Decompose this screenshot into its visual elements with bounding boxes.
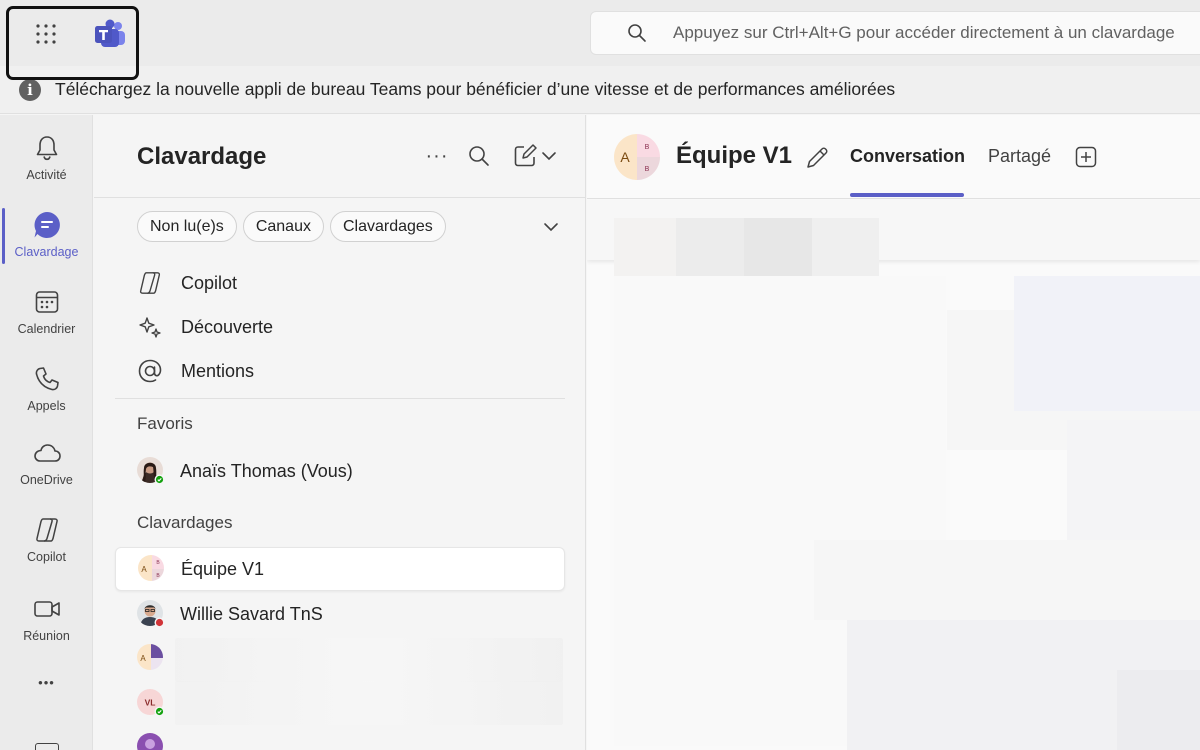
chat-header: A B B Équipe V1 Conversation Partagé [587,115,1200,199]
divider [115,398,565,399]
avatar [136,599,166,629]
chevron-down-icon[interactable] [540,216,562,238]
chat-list-header: Clavardage ··· [94,115,585,198]
chat-name: Équipe V1 [181,558,265,579]
section-favorites[interactable]: Favoris [137,414,193,434]
rail-item-label: OneDrive [20,473,73,487]
section-chats[interactable]: Clavardages [137,513,232,533]
copilot-icon [137,270,163,296]
download-banner: i Téléchargez la nouvelle appli de burea… [0,66,1200,114]
search-bar[interactable]: Appuyez sur Ctrl+Alt+G pour accéder dire… [590,11,1200,55]
copilot-icon [32,515,62,545]
avatar [136,456,166,486]
main-chat-area: A B B Équipe V1 Conversation Partagé [587,115,1200,750]
compose-icon [514,144,537,167]
filter-chats[interactable]: Clavardages [329,211,446,242]
group-avatar[interactable]: A B B [614,134,660,180]
svg-text:B: B [645,144,650,151]
nav-item-decouverte[interactable]: Découverte [137,311,273,343]
chat-title: Équipe V1 [676,142,793,169]
add-tab-icon[interactable] [1074,145,1098,169]
rail-item-copilot[interactable]: Copilot [0,505,93,575]
at-icon [137,358,163,384]
info-icon: i [19,78,41,101]
bell-icon [32,133,62,163]
svg-text:VL: VL [145,698,156,708]
teams-logo-icon[interactable] [94,19,126,49]
chat-item-favorite[interactable]: Anaïs Thomas (Vous) [115,449,565,493]
filter-chips: Non lu(e)s Canaux Clavardages [137,211,446,242]
chat-item-willie[interactable]: Willie Savard TnS [115,592,565,636]
rail-item-calendrier[interactable]: Calendrier [0,277,93,347]
blurred-messages [587,200,1200,750]
group-avatar: A [136,643,166,673]
cloud-icon [32,438,62,468]
rail-item-onedrive[interactable]: OneDrive [0,428,93,498]
chevron-down-icon [542,152,556,161]
group-avatar: ABB [137,554,167,584]
more-options-button[interactable]: ··· [422,141,452,171]
new-chat-button[interactable] [512,143,562,169]
tab-active-indicator [850,193,964,197]
rail-item-clavardage[interactable]: Clavardage [0,200,93,270]
svg-text:B: B [645,166,650,173]
more-apps-button[interactable]: ••• [0,675,93,690]
blurred-content [175,681,563,725]
app-launcher-grid-icon[interactable] [30,20,62,48]
chat-item-equipe-v1[interactable]: ABB Équipe V1 [115,547,565,591]
search-icon [628,24,646,42]
rail-item-label: Appels [27,399,66,413]
pencil-icon[interactable] [803,144,831,172]
video-icon [32,594,62,624]
phone-icon [32,364,62,394]
nav-item-label: Mentions [181,360,255,381]
filter-unread[interactable]: Non lu(e)s [137,211,237,242]
chat-list-panel: Clavardage ··· Non lu(e)s Canaux Clavard… [94,115,586,750]
search-icon[interactable] [466,143,492,169]
rail-item-label: Calendrier [17,322,76,336]
calendar-icon [32,287,62,317]
search-placeholder: Appuyez sur Ctrl+Alt+G pour accéder dire… [673,23,1175,42]
rail-item-appels[interactable]: Appels [0,354,93,424]
app-rail: Activité Clavardage Calendrier Appels On… [0,115,93,750]
chat-name: Anaïs Thomas (Vous) [180,460,353,481]
chat-list-title: Clavardage [137,143,267,170]
title-bar: Appuyez sur Ctrl+Alt+G pour accéder dire… [0,0,1200,66]
chat-item-blurred-2[interactable]: VL [115,681,565,725]
nav-item-copilot[interactable]: Copilot [137,267,237,299]
svg-text:A: A [140,654,146,663]
rail-item-label: Réunion [23,629,70,643]
chat-item-blurred-1[interactable]: A [115,636,565,682]
svg-text:A: A [620,149,630,165]
rail-item-activite[interactable]: Activité [0,123,93,193]
svg-text:A: A [141,565,147,574]
tab-conversation[interactable]: Conversation [850,146,965,167]
avatar [136,732,166,750]
blurred-content [175,638,563,682]
rail-item-label: Copilot [27,550,66,564]
sparkle-icon [137,314,163,340]
chat-name: Willie Savard TnS [180,603,323,624]
rail-item-label: Clavardage [14,245,79,259]
nav-item-mentions[interactable]: Mentions [137,355,254,387]
apps-icon[interactable] [35,743,59,750]
nav-item-label: Découverte [181,316,274,337]
chat-item-blurred-3[interactable] [115,725,565,750]
rail-item-label: Activité [26,168,67,182]
banner-text: Téléchargez la nouvelle appli de bureau … [55,79,896,99]
filter-channels[interactable]: Canaux [242,211,324,242]
rail-item-reunion[interactable]: Réunion [0,584,93,654]
nav-item-label: Copilot [181,272,238,293]
chat-icon [32,210,62,240]
avatar: VL [136,688,166,718]
tab-partage[interactable]: Partagé [988,146,1051,167]
